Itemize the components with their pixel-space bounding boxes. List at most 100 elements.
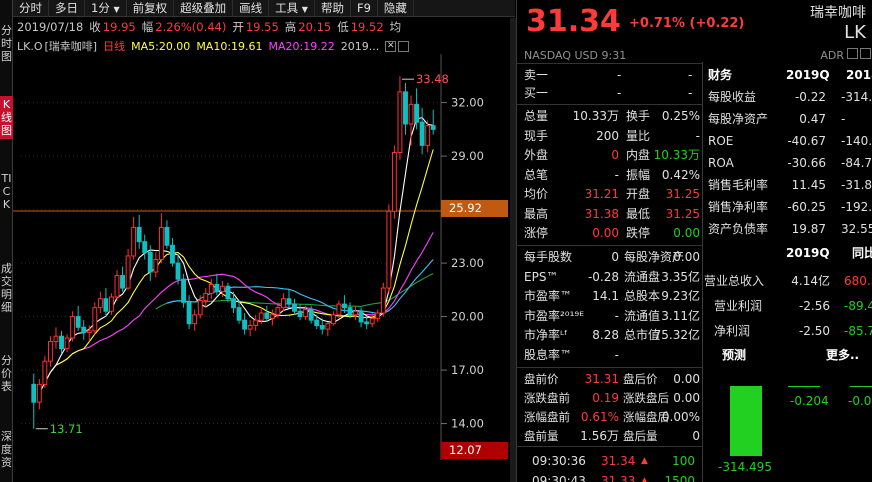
legend-ma20: MA20:19.22 [268, 39, 335, 53]
stock-name: 瑞幸咖啡 [810, 5, 866, 21]
toolbar-timeshare[interactable]: 分时 [13, 0, 49, 16]
y-tick-label: 32.00 [451, 96, 484, 110]
finance-row: 销售毛利率 11.45 -31.85 [704, 174, 872, 196]
finance2-label: 净利润 [714, 324, 751, 338]
info-low-label: 低 [337, 19, 349, 34]
finance-2019q: -60.25 [787, 200, 826, 214]
candle-body [342, 303, 347, 309]
stat2-cell: - [614, 347, 619, 362]
finance-header-2019q: 2019Q [786, 68, 830, 82]
info-open: 19.55 [245, 19, 279, 34]
toolbar-multiday[interactable]: 多日 [49, 0, 85, 16]
candle-body [136, 226, 142, 243]
info-high: 20.15 [298, 19, 332, 34]
finance-label: ROA [708, 156, 734, 170]
high-annotation: 33.48 [416, 72, 449, 86]
candle-body [386, 210, 392, 289]
candle-body [53, 335, 59, 343]
stat2-cell: 股息率™ [524, 347, 573, 362]
finance-label: 每股收益 [708, 90, 757, 104]
finance-2019q: -0.22 [794, 90, 826, 104]
stat-row: 总笔 - 振幅 0.42% [517, 166, 703, 185]
stat2-cell: 市盈率™ [524, 289, 573, 303]
y-tick-label: 17.00 [451, 363, 484, 377]
stat2-cell: EPS™ [524, 269, 559, 284]
stat-cell: 均价 [524, 187, 549, 201]
candle-body [325, 323, 331, 330]
ohlc-infobar: 2019/07/18 收 19.95 幅 2.26%(0.44) 开 19.55… [13, 18, 515, 35]
finance-column: 财务 2019Q 2018 每股收益 -0.22 -314.4 每股净资产 0.47 - R… [704, 62, 872, 482]
candle-body [86, 330, 92, 334]
close-icon[interactable]: ✕ [385, 40, 397, 52]
candle-body [92, 307, 98, 332]
candle-body [280, 298, 286, 309]
candle-body [170, 244, 175, 264]
stat-cell: 0 [611, 148, 619, 162]
stat-cell: 0.00 [592, 226, 619, 240]
candle-body [242, 319, 248, 330]
legend-symbol: LK.O [17, 39, 43, 53]
finance-2019q: -40.67 [787, 134, 826, 148]
tab-price-table[interactable]: 分价表 [0, 352, 13, 395]
more-link[interactable]: 更多.. [826, 344, 859, 366]
candle-body [42, 360, 48, 385]
forecast-line-3 [850, 386, 872, 387]
finance-row: 每股净资产 0.47 - [704, 108, 872, 130]
toolbar-hide[interactable]: 隐藏 [378, 0, 414, 16]
stat2-row: EPS™ -0.28 流通盘 3.35亿 [517, 268, 703, 287]
premarket-cell: 0.00% [661, 410, 700, 424]
kline-chart[interactable]: 32.0029.0026.0023.0020.0017.0014.0033.48… [13, 54, 510, 460]
premarket-row: 涨幅盘前 0.61% 涨幅盘后 0.00% [517, 408, 703, 427]
candle-body [225, 285, 231, 300]
tab-trade-detail[interactable]: 成交明细 [0, 260, 13, 316]
candle-body [292, 303, 297, 312]
divider [517, 367, 703, 368]
period-label: 1分 [91, 1, 110, 15]
stat2-cell: 14.1 [592, 289, 619, 303]
toolbar-tools[interactable]: 工具 ▼ [269, 0, 315, 16]
finance2-yoy: -89.44 [844, 299, 872, 313]
finance-2019q: 11.45 [791, 178, 826, 192]
toolbar-adjust[interactable]: 前复权 [127, 0, 175, 16]
tab-kline[interactable]: K线图 [0, 96, 13, 139]
stat-cell: 0.42% [661, 167, 700, 182]
stat-cell: 跌停 [626, 226, 651, 240]
finance-header2-yoy: 同比 [852, 246, 872, 260]
settings-icon[interactable] [398, 40, 410, 52]
y-tick-label: 14.00 [451, 417, 484, 431]
tab-timeshare[interactable]: 分时图 [0, 22, 13, 65]
finance-row: 资产负债率 19.87 32.55% [704, 218, 872, 240]
tab-depth[interactable]: 深度资 [0, 428, 13, 471]
candle-body [303, 308, 309, 318]
finance2-label: 营业总收入 [704, 274, 765, 288]
chart-toolbar: 分时 多日 1分 ▼ 前复权 超级叠加 画线 工具 ▼ 帮助 F9 隐藏 [13, 0, 515, 17]
finance-2018: -84.73 [841, 156, 872, 170]
info-low: 19.52 [350, 19, 384, 34]
adr-label: ADR [820, 49, 844, 62]
candle-body [297, 310, 303, 318]
menu-icon[interactable] [860, 48, 871, 59]
finance2-value: -2.50 [798, 324, 830, 338]
forecast-bar-value-row: -314.495 [704, 456, 872, 478]
stat-row: 现手 200 量比 - [517, 127, 703, 146]
forecast-label: 预测 [722, 348, 747, 362]
candle-body [158, 226, 164, 261]
tab-tick[interactable]: TICK [0, 170, 13, 213]
finance-2018: -192.6 [841, 200, 872, 214]
stat-cell: 振幅 [626, 167, 651, 182]
ask-vol: - [688, 68, 693, 82]
toolbar-drawline[interactable]: 画线 [233, 0, 270, 16]
toolbar-overlay[interactable]: 超级叠加 [174, 0, 234, 16]
candle-body [186, 301, 192, 325]
stat2-cell: 流通值 [624, 308, 661, 323]
toolbar-f9[interactable]: F9 [351, 0, 378, 16]
toolbar-period[interactable]: 1分 ▼ [85, 0, 127, 16]
stat-cell: 量比 [626, 128, 651, 143]
toolbar-help[interactable]: 帮助 [315, 0, 351, 16]
stat2-row: 市盈率²⁰¹⁹ᴱ - 流通值 3.11亿 [517, 307, 703, 326]
expand-icon[interactable] [847, 48, 858, 59]
finance-row: ROE -40.67 -140.3 [704, 130, 872, 152]
candle-body [70, 316, 76, 339]
candle-body [375, 312, 381, 319]
stat2-cell: 9.23亿 [661, 289, 700, 303]
